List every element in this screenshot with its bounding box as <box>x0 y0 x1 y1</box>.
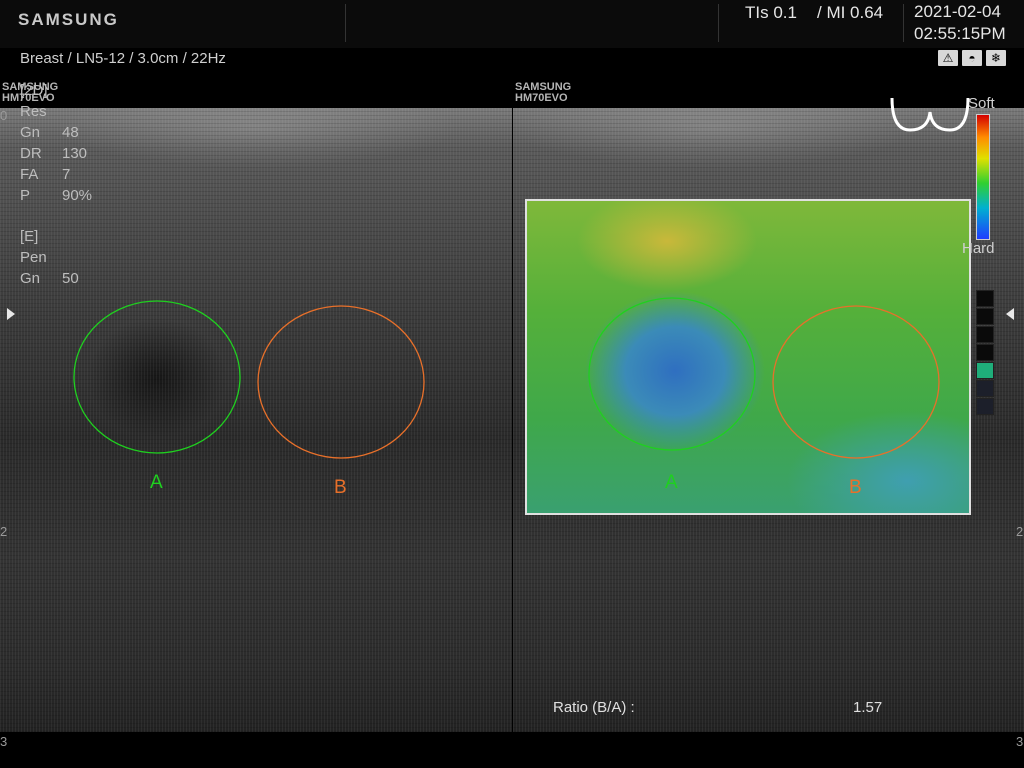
quality-cell <box>976 398 994 415</box>
breast-bodymark-icon <box>890 97 970 132</box>
quality-cell <box>976 308 994 325</box>
roi-overlay <box>73 97 970 459</box>
depth-tick-2-right: 2 <box>1016 524 1024 539</box>
ratio-value: 1.57 <box>853 699 883 716</box>
elasticity-color-scale <box>976 114 990 240</box>
roi-a-label-right: A <box>665 472 678 493</box>
roi-b-right[interactable] <box>772 305 940 459</box>
scale-soft-label: Soft <box>968 95 995 112</box>
roi-a-left[interactable] <box>73 300 241 454</box>
roi-b-label-left: B <box>334 477 347 498</box>
depth-tick-2: 2 <box>0 524 8 539</box>
roi-a-right[interactable] <box>588 297 756 451</box>
quality-cell-active <box>976 362 994 379</box>
quality-cell <box>976 290 994 307</box>
quality-cell <box>976 344 994 361</box>
quality-cell <box>976 326 994 343</box>
ratio-label: Ratio (B/A) : <box>553 699 635 716</box>
focus-marker-right[interactable] <box>1006 308 1014 320</box>
scale-hard-label: Hard <box>962 240 995 257</box>
depth-tick-top: 0 <box>0 108 8 123</box>
roi-b-left[interactable] <box>257 305 425 459</box>
depth-tick-3: 3 <box>0 734 8 749</box>
roi-a-label-left: A <box>150 472 163 493</box>
roi-b-label-right: B <box>849 477 862 498</box>
focus-marker-left[interactable] <box>7 308 15 320</box>
depth-tick-3-right: 3 <box>1016 734 1024 749</box>
quality-cell <box>976 380 994 397</box>
